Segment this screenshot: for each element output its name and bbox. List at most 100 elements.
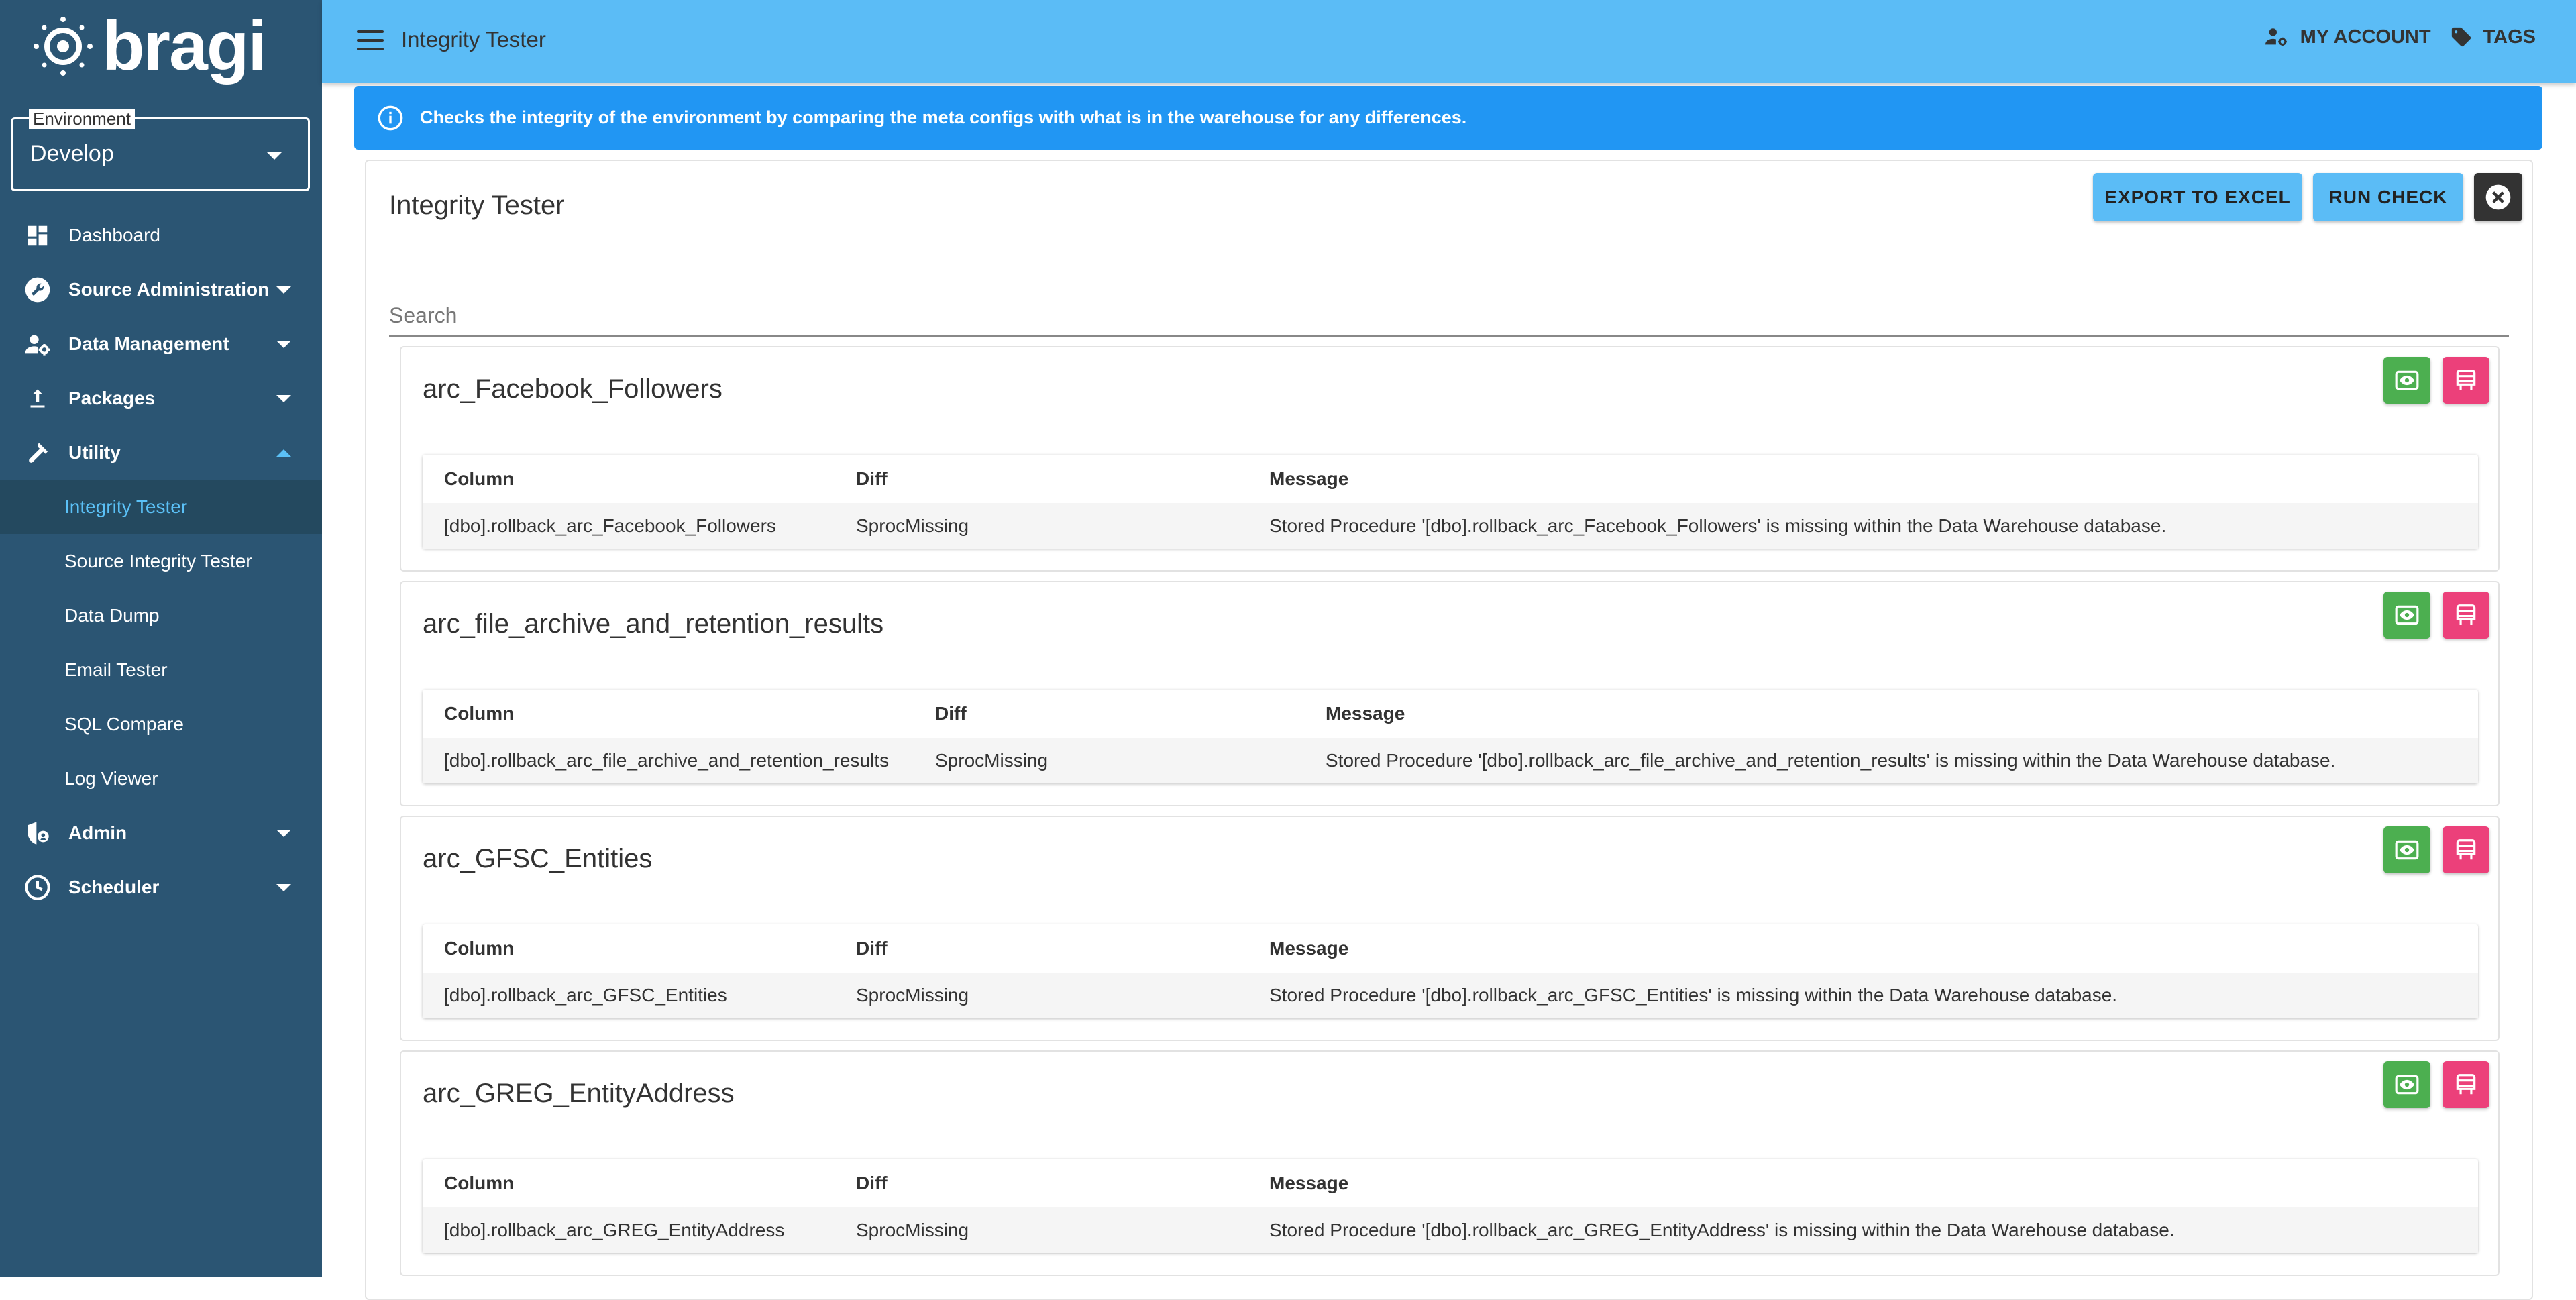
upload-icon: [24, 385, 51, 412]
cell-diff: SprocMissing: [935, 750, 1049, 771]
section-title: arc_GREG_EntityAddress: [423, 1079, 735, 1108]
cell-diff: SprocMissing: [856, 515, 969, 536]
environment-select[interactable]: Environment Develop: [11, 109, 310, 191]
remove-table-icon: [2456, 370, 2476, 390]
my-account-label: MY ACCOUNT: [2300, 25, 2431, 48]
tag-icon: [2451, 27, 2471, 47]
remove-button[interactable]: [2443, 1061, 2489, 1108]
table-row: [dbo].rollback_arc_GREG_EntityAddress Sp…: [423, 1207, 2478, 1253]
sidebar-item-scheduler[interactable]: Scheduler: [0, 860, 322, 914]
column-header-message: Message: [1269, 468, 1349, 489]
export-to-excel-button[interactable]: EXPORT TO EXCEL: [2093, 173, 2302, 221]
integrity-tester-card: Integrity Tester EXPORT TO EXCEL RUN CHE…: [365, 160, 2533, 1300]
sidebar-item-label: Log Viewer: [64, 767, 158, 789]
table-header: Column Diff Message: [423, 1159, 2478, 1209]
section-title: arc_Facebook_Followers: [423, 374, 722, 404]
sidebar-item-label: Admin: [68, 822, 127, 843]
dashboard-icon: [24, 222, 51, 249]
sidebar-item-packages[interactable]: Packages: [0, 371, 322, 425]
sidebar-item-label: Source Integrity Tester: [64, 550, 252, 572]
results-table: Column Diff Message [dbo].rollback_arc_G…: [423, 924, 2478, 1018]
sidebar-item-source-integrity-tester[interactable]: Source Integrity Tester: [0, 534, 322, 588]
sidebar-item-log-viewer[interactable]: Log Viewer: [0, 751, 322, 806]
cell-message: Stored Procedure '[dbo].rollback_arc_fil…: [1326, 750, 2336, 771]
column-header-diff: Diff: [935, 703, 967, 724]
caret-down-icon: [276, 395, 291, 402]
sidebar-item-integrity-tester[interactable]: Integrity Tester: [0, 480, 322, 534]
result-section: arc_Facebook_Followers Column Diff Messa…: [400, 346, 2500, 572]
table-header: Column Diff Message: [423, 690, 2478, 739]
clock-icon: [24, 874, 51, 901]
cell-message: Stored Procedure '[dbo].rollback_arc_GRE…: [1269, 1220, 2175, 1240]
sidebar-item-admin[interactable]: Admin: [0, 806, 322, 860]
cell-column: [dbo].rollback_arc_GREG_EntityAddress: [444, 1220, 785, 1240]
table-header: Column Diff Message: [423, 455, 2478, 504]
column-header-column: Column: [444, 938, 515, 959]
logo-icon: [34, 17, 93, 76]
tags-button[interactable]: TAGS: [2450, 25, 2536, 48]
section-title: arc_file_archive_and_retention_results: [423, 609, 884, 639]
logo-text: bragi: [102, 7, 267, 85]
sidebar-item-data-dump[interactable]: Data Dump: [0, 588, 322, 643]
cell-column: [dbo].rollback_arc_GFSC_Entities: [444, 985, 727, 1006]
sidebar-item-label: SQL Compare: [64, 713, 184, 735]
sidebar-item-label: Email Tester: [64, 659, 168, 680]
caret-up-icon: [276, 449, 291, 457]
menu-icon[interactable]: [357, 30, 384, 53]
table-row: [dbo].rollback_arc_Facebook_Followers Sp…: [423, 503, 2478, 549]
cell-message: Stored Procedure '[dbo].rollback_arc_Fac…: [1269, 515, 2167, 536]
table-header: Column Diff Message: [423, 924, 2478, 974]
account-settings-icon: [2265, 28, 2287, 46]
info-icon: [378, 105, 403, 130]
sidebar-item-sql-compare[interactable]: SQL Compare: [0, 697, 322, 751]
sidebar-item-label: Integrity Tester: [64, 496, 188, 517]
remove-button[interactable]: [2443, 357, 2489, 404]
sidebar-item-label: Data Management: [68, 333, 229, 354]
remove-table-icon: [2456, 839, 2476, 860]
cell-message: Stored Procedure '[dbo].rollback_arc_GFS…: [1269, 985, 2118, 1006]
caret-down-icon: [276, 286, 291, 294]
top-bar: Integrity Tester MY ACCOUNT TAGS: [322, 0, 2576, 83]
eye-icon: [2395, 370, 2419, 390]
column-header-message: Message: [1326, 703, 1405, 724]
remove-button[interactable]: [2443, 592, 2489, 639]
sidebar-item-utility[interactable]: Utility: [0, 425, 322, 480]
sidebar-item-label: Utility: [68, 441, 121, 463]
close-button[interactable]: [2474, 173, 2522, 221]
sidebar-item-label: Packages: [68, 387, 156, 409]
sidebar-item-label: Source Administration: [68, 278, 270, 300]
hammer-icon: [24, 439, 51, 466]
remove-button[interactable]: [2443, 826, 2489, 873]
logo[interactable]: bragi: [31, 7, 267, 85]
remove-table-icon: [2456, 604, 2476, 625]
sidebar-item-dashboard[interactable]: Dashboard: [0, 208, 322, 262]
view-button[interactable]: [2383, 592, 2430, 639]
caret-down-icon: [276, 830, 291, 837]
search-input[interactable]: [389, 295, 2509, 337]
eye-icon: [2395, 605, 2419, 625]
sidebar-item-source-administration[interactable]: Source Administration: [0, 262, 322, 317]
sidebar-item-email-tester[interactable]: Email Tester: [0, 643, 322, 697]
view-button[interactable]: [2383, 826, 2430, 873]
page-title: Integrity Tester: [401, 27, 546, 52]
environment-value: Develop: [30, 141, 114, 166]
result-section: arc_file_archive_and_retention_results C…: [400, 581, 2500, 806]
run-check-button[interactable]: RUN CHECK: [2313, 173, 2463, 221]
cell-column: [dbo].rollback_arc_file_archive_and_rete…: [444, 750, 890, 771]
caret-down-icon: [276, 884, 291, 891]
column-header-diff: Diff: [856, 468, 888, 489]
my-account-button[interactable]: MY ACCOUNT: [2264, 25, 2431, 48]
eye-icon: [2395, 1075, 2419, 1095]
results-table: Column Diff Message [dbo].rollback_arc_F…: [423, 455, 2478, 549]
cell-diff: SprocMissing: [856, 1220, 969, 1240]
sidebar-item-label: Data Dump: [64, 604, 160, 626]
tags-label: TAGS: [2483, 25, 2536, 48]
result-section: arc_GREG_EntityAddress Column Diff Messa…: [400, 1050, 2500, 1276]
view-button[interactable]: [2383, 1061, 2430, 1108]
caret-down-icon: [276, 341, 291, 348]
result-section: arc_GFSC_Entities Column Diff Message [d…: [400, 816, 2500, 1041]
view-button[interactable]: [2383, 357, 2430, 404]
close-icon: [2485, 184, 2511, 210]
info-banner: Checks the integrity of the environment …: [354, 86, 2542, 150]
sidebar-item-data-management[interactable]: Data Management: [0, 317, 322, 371]
